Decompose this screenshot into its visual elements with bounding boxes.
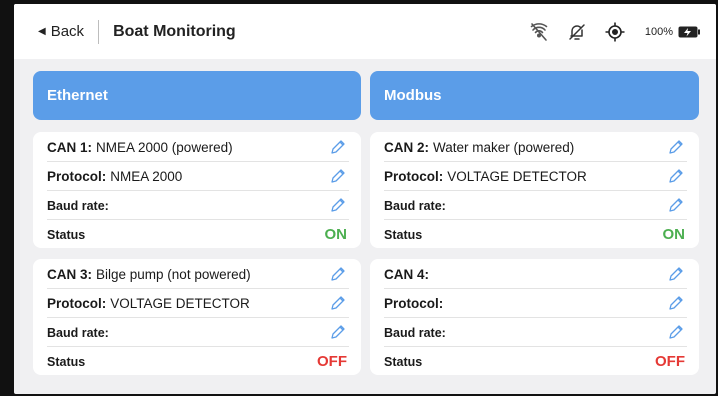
top-bar: ◀ Back Boat Monitoring 100%	[14, 4, 716, 59]
can-card-2: CAN 2: Water maker (powered) Protocol: V…	[370, 132, 699, 248]
location-target-icon[interactable]	[603, 20, 627, 44]
baud-row: Baud rate:	[384, 318, 691, 347]
edit-pencil-icon[interactable]	[667, 265, 685, 283]
no-signal-icon[interactable]	[527, 20, 551, 44]
app-window: ◀ Back Boat Monitoring 100% Ethernet Mod…	[14, 4, 716, 394]
protocol-label: Protocol:	[47, 169, 107, 184]
status-row: Status ON	[384, 220, 691, 249]
edit-pencil-icon[interactable]	[329, 323, 347, 341]
edit-pencil-icon[interactable]	[667, 196, 685, 214]
can-label: CAN 3:	[47, 267, 93, 282]
status-value: ON	[662, 226, 686, 243]
edit-pencil-icon[interactable]	[329, 294, 347, 312]
baud-row: Baud rate:	[384, 191, 691, 220]
protocol-row: Protocol:	[384, 289, 691, 318]
status-label: Status	[384, 227, 423, 242]
can-label: CAN 4:	[384, 267, 430, 282]
baud-label: Baud rate:	[384, 198, 446, 213]
can-value: NMEA 2000 (powered)	[96, 140, 233, 155]
can-label: CAN 2:	[384, 140, 430, 155]
protocol-value: VOLTAGE DETECTOR	[110, 296, 250, 311]
page-title: Boat Monitoring	[113, 22, 236, 40]
can-value: Water maker (powered)	[433, 140, 575, 155]
edit-pencil-icon[interactable]	[329, 265, 347, 283]
status-value: OFF	[317, 353, 347, 370]
edit-pencil-icon[interactable]	[329, 196, 347, 214]
edit-pencil-icon[interactable]	[667, 323, 685, 341]
edit-pencil-icon[interactable]	[329, 138, 347, 156]
protocol-label: Protocol:	[384, 296, 444, 311]
status-value: ON	[324, 226, 348, 243]
battery-percent: 100%	[644, 25, 673, 38]
protocol-value: VOLTAGE DETECTOR	[447, 169, 587, 184]
battery-charging-icon	[678, 26, 700, 38]
baud-label: Baud rate:	[47, 198, 109, 213]
modbus-header: Modbus	[370, 71, 699, 120]
can-row: CAN 4:	[384, 260, 691, 289]
back-button[interactable]: ◀ Back	[38, 23, 84, 40]
edit-pencil-icon[interactable]	[667, 294, 685, 312]
can-value: Bilge pump (not powered)	[96, 267, 251, 282]
protocol-label: Protocol:	[384, 169, 444, 184]
status-label: Status	[384, 354, 423, 369]
edit-pencil-icon[interactable]	[329, 167, 347, 185]
status-row: Status OFF	[47, 347, 353, 376]
status-label: Status	[47, 227, 86, 242]
header-divider	[98, 19, 100, 44]
edit-pencil-icon[interactable]	[667, 167, 685, 185]
ethernet-header: Ethernet	[33, 71, 361, 120]
battery-status: 100%	[645, 26, 700, 38]
protocol-value: NMEA 2000	[110, 169, 183, 184]
baud-row: Baud rate:	[47, 318, 353, 347]
protocol-label: Protocol:	[47, 296, 107, 311]
status-label: Status	[47, 354, 86, 369]
baud-row: Baud rate:	[47, 191, 353, 220]
protocol-row: Protocol: VOLTAGE DETECTOR	[47, 289, 353, 318]
can-card-4: CAN 4: Protocol: Baud rate: Status OFF	[370, 259, 699, 375]
bell-off-icon[interactable]	[565, 20, 589, 44]
baud-label: Baud rate:	[384, 325, 446, 340]
can-row: CAN 1: NMEA 2000 (powered)	[47, 133, 353, 162]
baud-label: Baud rate:	[47, 325, 109, 340]
protocol-row: Protocol: VOLTAGE DETECTOR	[384, 162, 691, 191]
back-arrow-icon: ◀	[38, 26, 46, 37]
protocol-row: Protocol: NMEA 2000	[47, 162, 353, 191]
can-row: CAN 3: Bilge pump (not powered)	[47, 260, 353, 289]
can-row: CAN 2: Water maker (powered)	[384, 133, 691, 162]
can-card-3: CAN 3: Bilge pump (not powered) Protocol…	[33, 259, 361, 375]
status-row: Status OFF	[384, 347, 691, 376]
edit-pencil-icon[interactable]	[667, 138, 685, 156]
can-label: CAN 1:	[47, 140, 93, 155]
status-row: Status ON	[47, 220, 353, 249]
back-label: Back	[50, 23, 85, 40]
can-card-1: CAN 1: NMEA 2000 (powered) Protocol: NME…	[33, 132, 361, 248]
status-value: OFF	[655, 353, 685, 370]
